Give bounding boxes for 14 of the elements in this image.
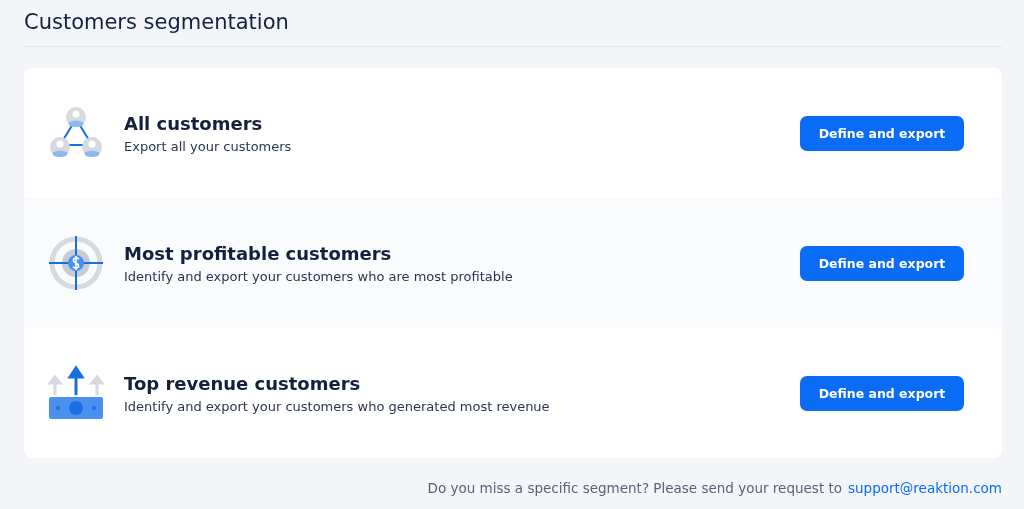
segment-description: Identify and export your customers who generated most revenue	[124, 398, 551, 414]
segment-description: Identify and export your customers who are most profitable	[124, 268, 514, 284]
page-title: Customers segmentation	[24, 10, 1002, 47]
segment-description: Export all your customers	[124, 138, 293, 154]
define-export-button[interactable]: Define and export	[800, 115, 964, 151]
support-email-link[interactable]: support@reaktion.com	[848, 480, 1002, 496]
segment-title: Top revenue customers	[124, 372, 362, 394]
banknote-arrows-icon	[48, 365, 104, 421]
footer-text: Do you miss a specific segment? Please send your request to	[427, 480, 843, 496]
segment-title: Most profitable customers	[124, 242, 393, 264]
segment-title: All customers	[124, 112, 264, 134]
target-dollar-icon	[48, 235, 104, 291]
define-export-button[interactable]: Define and export	[800, 245, 964, 281]
define-export-button[interactable]: Define and export	[800, 375, 964, 411]
